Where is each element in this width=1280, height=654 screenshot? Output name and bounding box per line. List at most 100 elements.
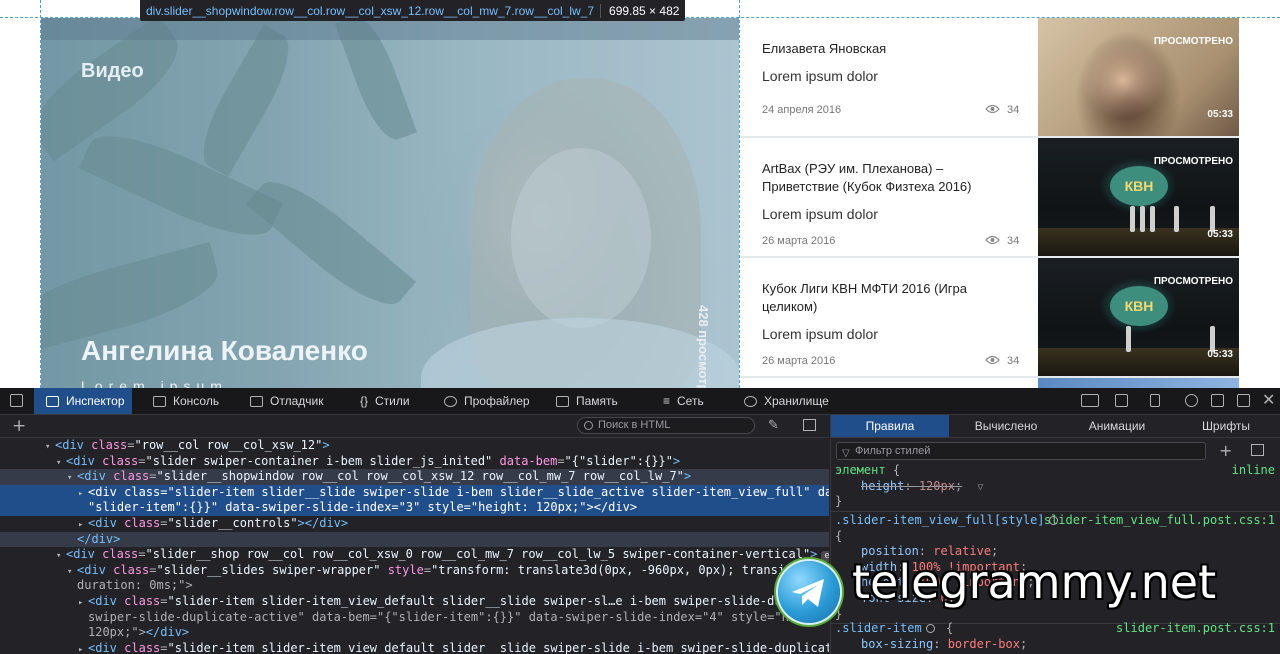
eye-icon (985, 235, 1000, 245)
device-icon[interactable] (1150, 394, 1160, 407)
video-list-item[interactable] (741, 378, 1239, 388)
video-list-item[interactable]: Кубок Лиги КВН МФТИ 2016 (Игра целиком) … (741, 258, 1239, 378)
tab-animations[interactable]: Анимации (1063, 415, 1171, 437)
video-date: 26 марта 2016 (762, 235, 836, 247)
twisty-icon[interactable]: ▸ (78, 518, 88, 532)
markup-node-line[interactable]: ▾ <div class="row__col row__col_xsw_12"> (0, 438, 829, 454)
layout-toggle-icon[interactable] (1081, 394, 1099, 407)
popout-icon[interactable] (1237, 394, 1250, 407)
twisty-icon[interactable]: ▾ (67, 565, 77, 579)
console-icon (153, 395, 166, 407)
hero-views-count: 428 просмотров (696, 305, 711, 388)
video-list-item[interactable]: ArtBax (РЭУ им. Плеханова) – Приветствие… (741, 138, 1239, 258)
twisty-icon[interactable] (67, 580, 77, 594)
markup-node-line[interactable]: ▸ <div class="slider-item slider-item_vie… (0, 641, 829, 654)
telegram-logo-icon (778, 561, 840, 623)
twisty-icon[interactable]: ▾ (45, 440, 55, 454)
video-thumbnail[interactable] (1038, 378, 1239, 388)
tab-console[interactable]: Консоль (153, 388, 219, 414)
tab-computed[interactable]: Вычислено (949, 415, 1063, 437)
rule-declaration[interactable]: box-sizing: border-box; (835, 637, 1280, 653)
tab-storage[interactable]: Хранилище (744, 388, 829, 414)
markup-node-line[interactable]: ▾ <div class="slider swiper-container i-b… (0, 454, 829, 470)
rule-separator (831, 511, 1280, 512)
sidebar-toggle-icon[interactable] (803, 419, 816, 431)
hero-person-name[interactable]: Ангелина Коваленко (81, 335, 368, 367)
hero-video-slide[interactable] (41, 18, 739, 388)
video-thumbnail[interactable]: ПРОСМОТРЕНО 05:33 (1038, 18, 1239, 136)
responsive-icon[interactable] (1115, 394, 1128, 407)
twisty-icon[interactable]: ▸ (78, 643, 88, 654)
add-rule-icon[interactable]: + (1219, 441, 1232, 460)
tab-rules[interactable]: Правила (831, 415, 949, 437)
tab-network[interactable]: ≡ Сеть (663, 388, 704, 414)
dock-icon[interactable] (1211, 394, 1224, 407)
tab-inspector[interactable]: Инспектор (34, 388, 132, 414)
page-viewport: Видео Ангелина Коваленко Lorem ipsum dol… (0, 0, 1280, 388)
markup-node-line[interactable]: ▸ <div class="slider-item slider__slide s… (0, 484, 829, 501)
watched-badge: ПРОСМОТРЕНО (1153, 156, 1233, 167)
stage-person (1126, 326, 1131, 352)
markup-node-line[interactable]: ▾ <div class="slider__shop row__col row__… (0, 547, 829, 563)
video-views-count: 34 (1007, 235, 1020, 247)
twisty-icon[interactable] (78, 502, 88, 516)
filter-placeholder: Фильтр стилей (855, 445, 931, 457)
tab-styles[interactable]: {} Стили (360, 388, 410, 414)
close-icon[interactable]: ✕ (1262, 390, 1275, 409)
markup-node-line[interactable]: 120px;"></div> (0, 625, 829, 641)
twisty-icon[interactable]: ▸ (78, 596, 88, 610)
rule-open: { (835, 528, 843, 543)
markup-node-line[interactable]: ▸ <div class="slider-item slider-item_vie… (0, 594, 829, 610)
markup-node-line[interactable]: ▸ <div class="slider__controls"></div> (0, 516, 829, 532)
rule-header: .slider-item_view_full[style] slider-item… (835, 513, 1279, 529)
markup-node-line[interactable]: "slider-item":{}}" data-swiper-slide-ind… (0, 500, 829, 516)
tab-fonts[interactable]: Шрифты (1171, 415, 1280, 437)
markup-node-line[interactable]: duration: 0ms;"> (0, 578, 829, 594)
tab-debugger[interactable]: Отладчик (250, 388, 323, 414)
video-title[interactable]: Елизавета Яновская (762, 40, 1012, 58)
video-description: Lorem ipsum dolor (762, 206, 878, 222)
inspector-highlight-bar (41, 18, 739, 40)
network-icon: ≡ (663, 394, 671, 408)
element-picker-icon[interactable] (10, 394, 23, 407)
eyedropper-icon[interactable]: ✎ (768, 418, 779, 433)
gear-icon[interactable] (1185, 394, 1198, 407)
video-views-count: 34 (1007, 104, 1020, 116)
tab-profiler[interactable]: Профайлер (444, 388, 530, 414)
markup-toolbar: + Поиск в HTML ✎ (0, 415, 829, 438)
twisty-icon[interactable]: ▸ (78, 487, 88, 501)
twisty-icon[interactable]: ▾ (56, 456, 66, 470)
rule-source[interactable]: inline (1232, 463, 1275, 479)
profiler-icon (444, 395, 457, 407)
watched-badge: ПРОСМОТРЕНО (1153, 36, 1233, 47)
video-thumbnail[interactable]: КВН ПРОСМОТРЕНО 05:33 (1038, 138, 1239, 256)
html-search-input[interactable]: Поиск в HTML (577, 417, 755, 434)
video-title[interactable]: Кубок Лиги КВН МФТИ 2016 (Игра целиком) (762, 280, 1012, 316)
twisty-icon[interactable] (78, 612, 88, 626)
add-node-icon[interactable]: + (12, 416, 26, 436)
twisty-icon[interactable] (78, 627, 88, 641)
search-icon (584, 421, 593, 430)
rule-source[interactable]: slider-item_view_full.post.css:1 (1044, 513, 1275, 529)
css-property: box-sizing (861, 636, 934, 651)
inspector-guide-line (40, 0, 41, 388)
tab-label: Сеть (677, 394, 704, 408)
tab-label: Отладчик (270, 394, 324, 408)
markup-node-line[interactable]: </div> (0, 531, 829, 548)
tab-memory[interactable]: Память (556, 388, 618, 414)
pseudo-class-toggle-icon[interactable] (1251, 444, 1264, 456)
markup-node-line[interactable]: ▾ <div class="slider__slides swiper-wrapp… (0, 563, 829, 579)
video-list: Елизавета Яновская Lorem ipsum dolor 24 … (741, 18, 1239, 388)
twisty-icon[interactable]: ▾ (67, 471, 77, 485)
twisty-icon[interactable]: ▾ (56, 549, 66, 563)
video-thumbnail[interactable]: КВН ПРОСМОТРЕНО 05:33 (1038, 258, 1239, 376)
video-list-item[interactable]: Елизавета Яновская Lorem ipsum dolor 24 … (741, 18, 1239, 138)
markup-node-line[interactable]: ▾ <div class="slider__shopwindow row__col… (0, 469, 829, 485)
rule-declaration[interactable]: height: 120px; ▽ (835, 479, 1280, 495)
markup-node-line[interactable]: swiper-slide-duplicate-active" data-bem=… (0, 610, 829, 626)
video-description: Lorem ipsum dolor (762, 326, 878, 342)
video-title[interactable]: ArtBax (РЭУ им. Плеханова) – Приветствие… (762, 160, 1012, 196)
style-filter-input[interactable]: ▽ Фильтр стилей (836, 442, 1206, 460)
twisty-icon[interactable] (67, 534, 77, 548)
gear-icon[interactable] (925, 624, 935, 633)
